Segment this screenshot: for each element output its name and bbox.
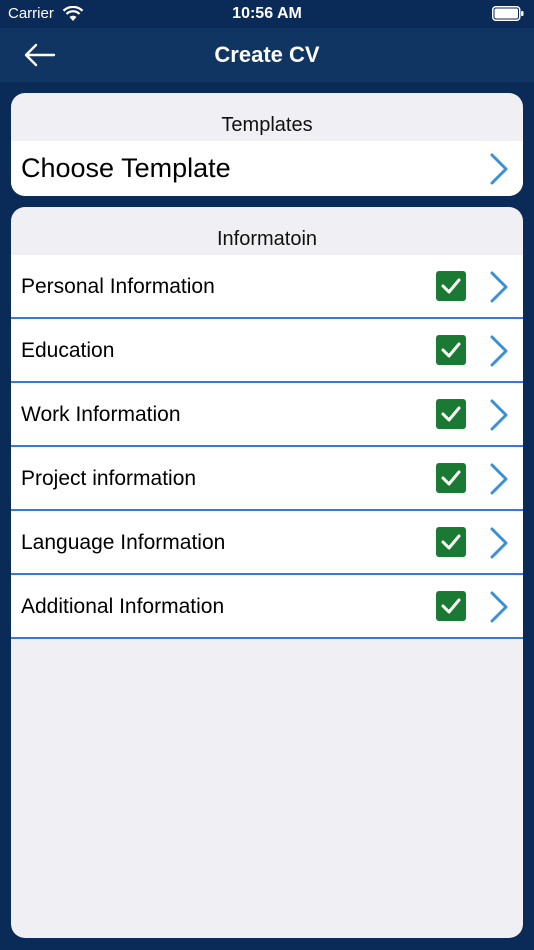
checkmark-icon bbox=[436, 335, 466, 365]
information-card: Informatoin Personal Information Educati… bbox=[11, 207, 523, 938]
information-section-header: Informatoin bbox=[216, 228, 318, 250]
chevron-right-icon bbox=[490, 153, 508, 185]
information-list: Personal Information Education Work Info… bbox=[11, 255, 523, 639]
nav-bar: Create CV bbox=[0, 28, 534, 82]
templates-card: Templates Choose Template bbox=[11, 93, 523, 196]
info-row-label: Work Information bbox=[21, 403, 181, 426]
checkmark-icon bbox=[436, 463, 466, 493]
info-row-work[interactable]: Work Information bbox=[11, 383, 523, 447]
battery-icon bbox=[492, 6, 524, 21]
chevron-right-icon bbox=[490, 591, 508, 623]
info-row-label: Project information bbox=[21, 467, 197, 490]
choose-template-row[interactable]: Choose Template bbox=[11, 141, 523, 196]
choose-template-label: Choose Template bbox=[21, 153, 231, 183]
checkmark-icon bbox=[436, 271, 466, 301]
info-row-label: Personal Information bbox=[21, 275, 215, 298]
page-title: Create CV bbox=[214, 42, 320, 67]
info-row-label: Education bbox=[21, 339, 115, 362]
info-row-education[interactable]: Education bbox=[11, 319, 523, 383]
info-row-project[interactable]: Project information bbox=[11, 447, 523, 511]
info-row-label: Language Information bbox=[21, 531, 226, 554]
info-row-additional[interactable]: Additional Information bbox=[11, 575, 523, 639]
chevron-right-icon bbox=[490, 271, 508, 303]
checkmark-icon bbox=[436, 399, 466, 429]
info-row-label: Additional Information bbox=[21, 595, 225, 618]
checkmark-icon bbox=[436, 591, 466, 621]
chevron-right-icon bbox=[490, 399, 508, 431]
checkmark-icon bbox=[436, 527, 466, 557]
status-time: 10:56 AM bbox=[232, 5, 302, 22]
info-row-language[interactable]: Language Information bbox=[11, 511, 523, 575]
templates-section-header: Templates bbox=[221, 114, 313, 136]
chevron-right-icon bbox=[490, 527, 508, 559]
info-row-personal[interactable]: Personal Information bbox=[11, 255, 523, 319]
chevron-right-icon bbox=[490, 335, 508, 367]
chevron-right-icon bbox=[490, 463, 508, 495]
status-bar: Carrier 10:56 AM bbox=[0, 0, 534, 28]
